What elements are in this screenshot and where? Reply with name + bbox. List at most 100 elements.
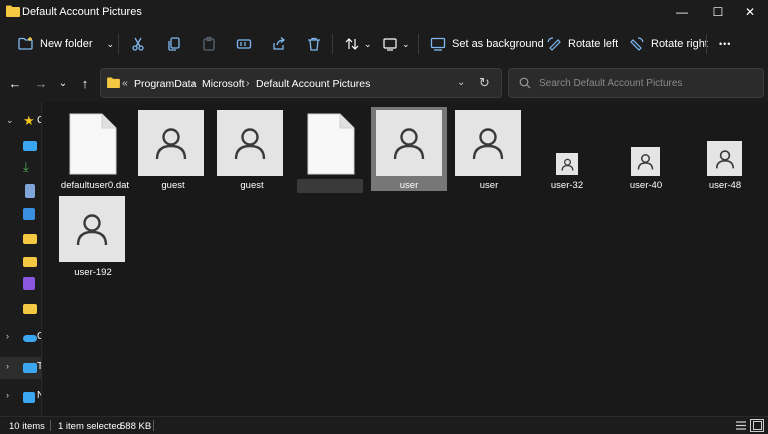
file-item-selected[interactable]: user [371, 107, 447, 191]
file-item[interactable]: defaultuser0.dat [57, 108, 133, 192]
breadcrumb-separator[interactable]: › [246, 77, 250, 89]
breadcrumb-item[interactable]: ProgramData [134, 78, 196, 90]
rename-icon [236, 39, 252, 49]
large-icons-view-button[interactable] [750, 419, 764, 432]
chevron-right-icon[interactable]: › [6, 361, 9, 371]
chevron-right-icon[interactable]: › [6, 390, 9, 400]
rotate-right-icon [630, 37, 644, 51]
file-item[interactable] [293, 108, 369, 193]
sidebar-item-label: T [37, 361, 41, 372]
toolbar-divider [332, 34, 333, 54]
user-avatar-icon [234, 128, 266, 160]
view-button[interactable]: ⌄ [382, 34, 410, 54]
sidebar-item-folder[interactable] [0, 227, 41, 249]
sidebar-item-pictures[interactable] [0, 203, 41, 225]
sidebar-item-label: N [37, 390, 41, 401]
set-background-icon [430, 37, 446, 51]
file-name: guest [240, 180, 264, 191]
sidebar-item-label: C [37, 115, 41, 126]
sidebar-item-desktop[interactable] [0, 134, 41, 156]
window-title: Default Account Pictures [22, 6, 142, 18]
user-avatar-icon [393, 128, 425, 160]
sidebar-item-onedrive[interactable]: › O [0, 327, 41, 349]
sidebar-item-network[interactable]: › N [0, 386, 41, 408]
refresh-icon[interactable]: ↻ [479, 75, 490, 91]
user-avatar-icon [561, 158, 573, 171]
chevron-down-icon[interactable]: ⌄ [107, 39, 115, 50]
thumbnail [217, 110, 283, 176]
chevron-down-icon[interactable]: ⌄ [6, 115, 14, 126]
chevron-right-icon[interactable]: › [6, 331, 9, 341]
rename-button[interactable] [236, 34, 252, 54]
thumbnail [376, 110, 442, 176]
sidebar-item-folder[interactable] [0, 250, 41, 272]
search-box[interactable]: Search Default Account Pictures [508, 68, 764, 98]
breadcrumb-overflow[interactable]: « [122, 77, 128, 89]
recent-locations-button[interactable]: ⌄ [54, 74, 72, 92]
paste-icon [203, 36, 215, 51]
rotate-left-label: Rotate left [568, 38, 619, 50]
paste-button[interactable] [201, 34, 217, 54]
rotate-left-button[interactable]: Rotate left [546, 34, 618, 54]
minimize-button[interactable]: — [662, 0, 702, 24]
user-avatar-icon [637, 154, 654, 170]
desktop-icon [23, 141, 37, 151]
file-name: guest [161, 180, 185, 191]
chevron-down-icon[interactable]: ⌄ [457, 77, 465, 88]
maximize-icon: ☐ [712, 5, 724, 19]
set-as-background-button[interactable]: Set as background [430, 34, 544, 54]
delete-button[interactable] [306, 34, 322, 54]
copy-button[interactable] [166, 34, 182, 54]
thumbnail [138, 110, 204, 176]
large-icons-view-icon [752, 421, 762, 430]
file-item[interactable]: user [451, 108, 527, 192]
file-item[interactable]: guest [135, 108, 211, 192]
file-item[interactable]: guest [214, 108, 290, 192]
user-avatar-icon [472, 128, 504, 160]
file-item[interactable]: user-48 [687, 108, 763, 192]
new-folder-button[interactable]: New folder ⌄ [18, 34, 114, 54]
share-icon [273, 37, 286, 50]
pictures-icon [23, 208, 35, 220]
selection-count: 1 item selected [58, 421, 122, 432]
star-icon: ★ [23, 113, 35, 128]
sidebar-item-downloads[interactable]: ⤓ [0, 157, 41, 179]
navigation-pane: ⌄ ★ C ⤓ › O › T › N [0, 102, 42, 416]
file-name: user-48 [708, 180, 742, 191]
file-name: user-192 [74, 267, 112, 278]
address-bar[interactable]: « ProgramData › Microsoft › Default Acco… [100, 68, 502, 98]
close-button[interactable]: ✕ [730, 0, 768, 24]
toolbar-divider [118, 34, 119, 54]
sidebar-item-folder[interactable] [0, 297, 41, 319]
status-bar: 10 items 1 item selected 588 KB [0, 416, 768, 434]
delete-icon [308, 37, 320, 51]
sidebar-item-quick-access[interactable]: ⌄ ★ C [0, 111, 41, 133]
back-button[interactable]: ← [6, 74, 24, 92]
breadcrumb-separator[interactable]: › [192, 77, 196, 89]
sort-button[interactable]: ⌄ [344, 34, 372, 54]
folder-icon [23, 304, 37, 314]
thumbnail [707, 141, 742, 176]
cut-button[interactable] [130, 34, 146, 54]
breadcrumb-item[interactable]: Default Account Pictures [256, 78, 370, 90]
up-button[interactable]: ↑ [76, 74, 94, 92]
arrow-right-icon: → [34, 75, 48, 91]
file-item[interactable]: user-32 [529, 108, 605, 192]
sort-icon [345, 38, 359, 50]
command-bar: New folder ⌄ ⌄ ⌄ Set as background Rotat… [0, 24, 768, 64]
more-options-button[interactable]: ••• [719, 34, 731, 54]
chevron-down-icon: ⌄ [58, 77, 68, 89]
folder-icon [23, 257, 37, 267]
file-item[interactable]: user-40 [608, 108, 684, 192]
file-item[interactable]: user-192 [55, 194, 131, 278]
share-button[interactable] [271, 34, 287, 54]
details-view-button[interactable] [734, 419, 748, 432]
rotate-right-button[interactable]: Rotate right [629, 34, 708, 54]
breadcrumb-item[interactable]: Microsoft [202, 78, 245, 90]
forward-button[interactable]: → [32, 74, 50, 92]
documents-icon [25, 184, 35, 198]
thumbnail [631, 147, 660, 176]
sidebar-item-documents[interactable] [0, 180, 41, 202]
sidebar-item-this-pc[interactable]: › T [0, 357, 41, 379]
sidebar-item-videos[interactable] [0, 273, 41, 295]
